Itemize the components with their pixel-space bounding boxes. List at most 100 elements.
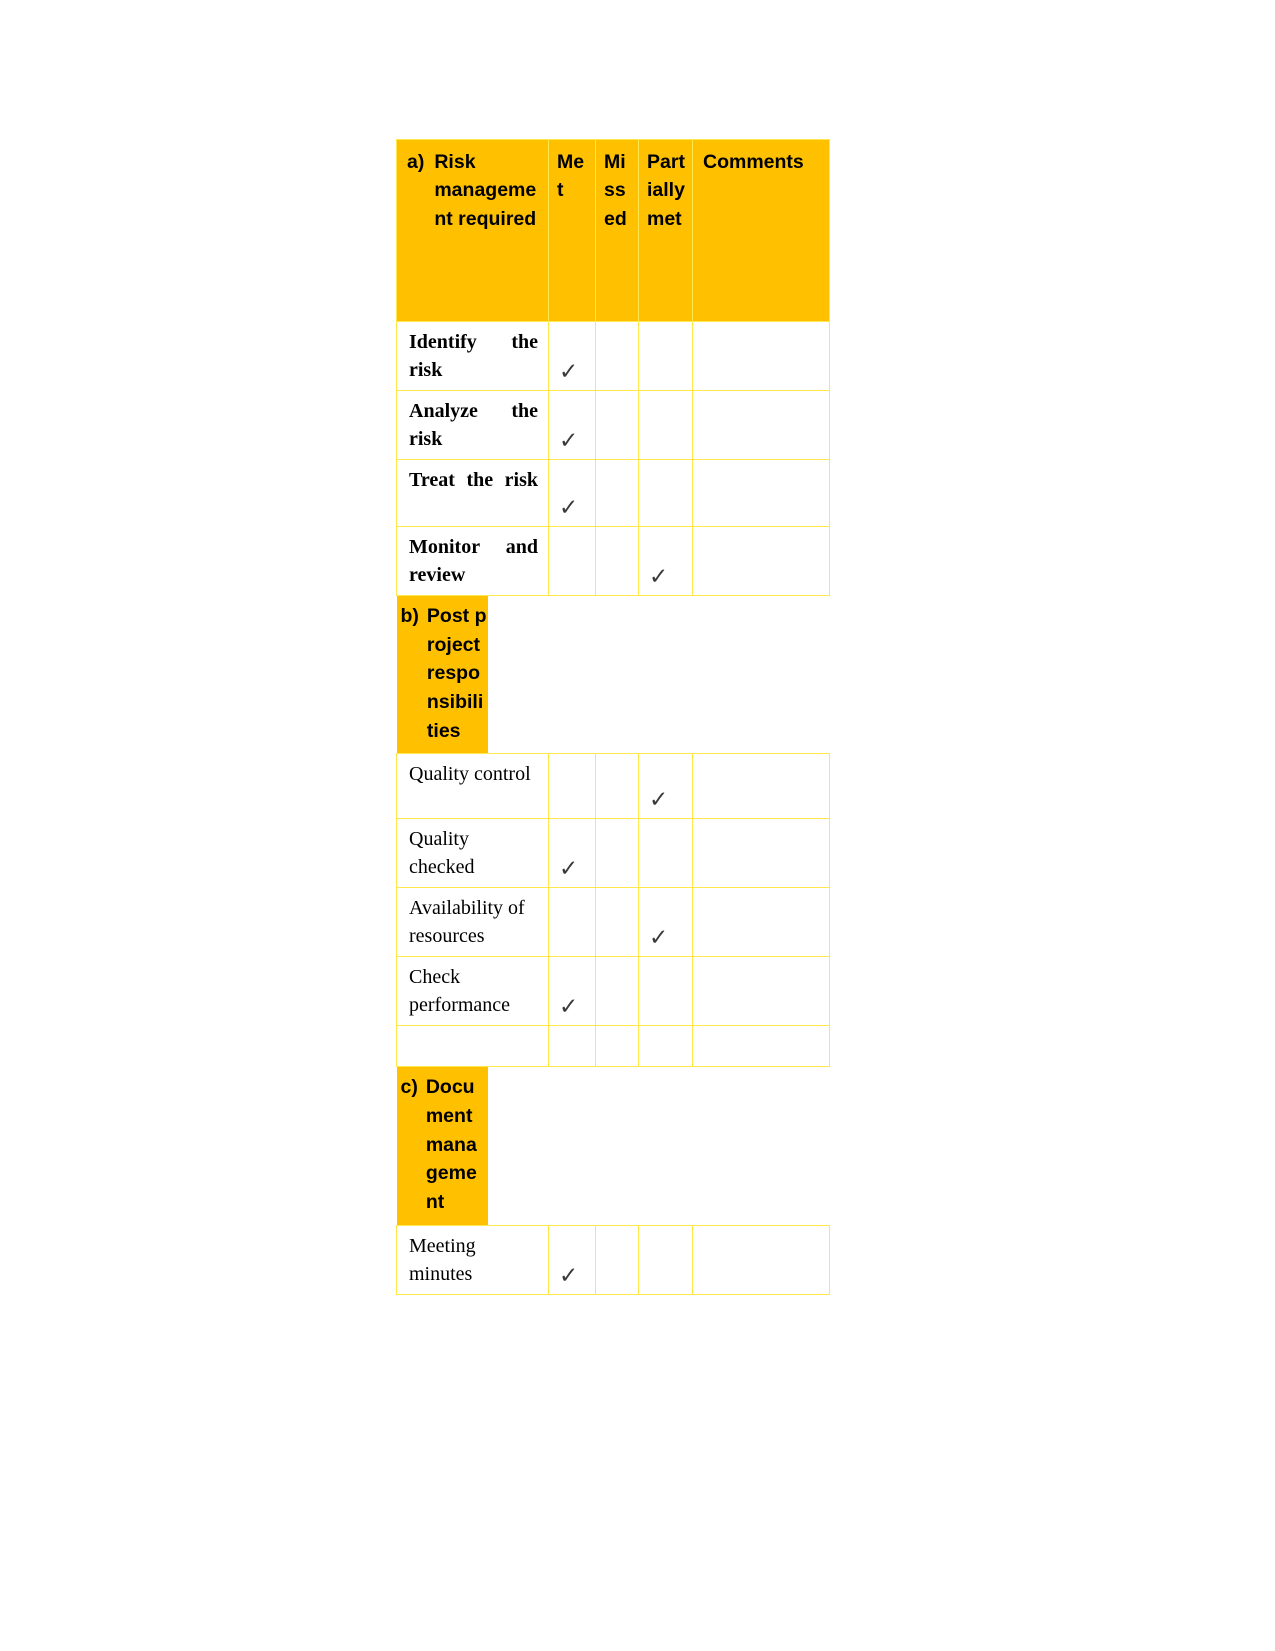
cell-met[interactable]: ✓ [548, 956, 596, 1027]
cell-met[interactable]: ✓ [548, 321, 596, 391]
header-label-comments: Comments [703, 151, 804, 173]
table-row: Identify the risk ✓ [396, 321, 830, 391]
table-row: Check performance ✓ [396, 956, 830, 1027]
section-marker-a: a) [407, 151, 425, 173]
cell-met[interactable]: ✓ [548, 459, 596, 527]
header-label-missed: Missed [604, 151, 627, 230]
row-task-cell: Monitor and review [396, 526, 549, 596]
cell-partially-met[interactable]: ✓ [638, 887, 693, 958]
cell-met[interactable] [548, 526, 596, 596]
checklist-table: a) Risk management required Met Missed P… [396, 139, 830, 1295]
document-page: a) Risk management required Met Missed P… [0, 0, 1275, 1651]
row-task-cell: Meeting minutes [396, 1224, 549, 1295]
cell-missed[interactable] [595, 818, 639, 889]
section-header-row-b: b) Post project responsibilities [396, 596, 830, 754]
row-task-cell [396, 1025, 549, 1068]
cell-comments[interactable] [692, 818, 830, 889]
header-label-met: Met [557, 151, 585, 202]
section-header-cell-c: c) Document management [396, 1067, 830, 1225]
section-banner-b: b) Post project responsibilities [396, 596, 488, 754]
table-row-empty [396, 1025, 830, 1068]
task-label: Check performance [409, 966, 511, 1017]
check-icon: ✓ [649, 564, 669, 590]
cell-partially-met[interactable] [638, 818, 693, 889]
checklist-table-body: a) Risk management required Met Missed P… [396, 139, 830, 1295]
table-row: Treat the risk ✓ [396, 459, 830, 527]
cell-met[interactable]: ✓ [548, 390, 596, 460]
cell-met[interactable]: ✓ [548, 818, 596, 889]
project-closure-checklist: a) Risk management required Met Missed P… [396, 139, 830, 1295]
cell-met[interactable] [548, 753, 596, 820]
table-header-row: a) Risk management required Met Missed P… [396, 139, 830, 322]
header-cell-comments: Comments [692, 139, 830, 322]
cell-missed[interactable] [595, 526, 639, 596]
header-label-partially-met: Partially met [647, 151, 685, 230]
cell-missed[interactable] [595, 321, 639, 391]
cell-met[interactable] [548, 887, 596, 958]
check-icon: ✓ [559, 359, 579, 385]
cell-missed[interactable] [595, 956, 639, 1027]
cell-missed[interactable] [595, 459, 639, 527]
check-icon: ✓ [649, 925, 669, 952]
cell-comments[interactable] [692, 459, 830, 527]
section-title-a: Risk management required [434, 151, 537, 230]
check-icon: ✓ [559, 428, 579, 454]
row-task-cell: Analyze the risk [396, 390, 549, 460]
cell-comments[interactable] [692, 887, 830, 958]
section-title-c: Document management [425, 1076, 477, 1213]
cell-missed[interactable] [595, 1025, 639, 1068]
cell-comments[interactable] [692, 1025, 830, 1068]
cell-missed[interactable] [595, 887, 639, 958]
section-header-cell-b: b) Post project responsibilities [396, 596, 830, 754]
header-cell-met: Met [548, 139, 596, 322]
task-label: Quality control [409, 763, 531, 786]
check-icon: ✓ [559, 994, 579, 1021]
section-marker-c: c) [400, 1076, 418, 1099]
check-icon: ✓ [649, 787, 669, 814]
table-row: Analyze the risk ✓ [396, 390, 830, 460]
task-label: Availability of resources [409, 897, 525, 948]
table-row: Quality control ✓ [396, 753, 830, 820]
table-row: Meeting minutes ✓ [396, 1224, 830, 1295]
cell-comments[interactable] [692, 753, 830, 820]
cell-partially-met[interactable] [638, 1025, 693, 1068]
section-marker-b: b) [400, 605, 419, 627]
cell-comments[interactable] [692, 390, 830, 460]
task-label: Treat the risk [409, 469, 538, 491]
cell-partially-met[interactable]: ✓ [638, 526, 693, 596]
row-task-cell: Check performance [396, 956, 549, 1027]
cell-comments[interactable] [692, 321, 830, 391]
cell-comments[interactable] [692, 526, 830, 596]
check-icon: ✓ [559, 1262, 579, 1289]
task-label: Identify the risk [409, 331, 538, 381]
task-label: Meeting minutes [409, 1234, 476, 1285]
task-label: Monitor and review [409, 536, 538, 586]
check-icon: ✓ [559, 856, 579, 883]
section-title-b: Post project responsibilities [426, 605, 487, 742]
cell-partially-met[interactable] [638, 459, 693, 527]
table-row: Availability of resources ✓ [396, 887, 830, 958]
task-label [397, 1026, 548, 1038]
header-cell-missed: Missed [595, 139, 639, 322]
cell-partially-met[interactable] [638, 1224, 693, 1295]
task-label: Analyze the risk [409, 400, 538, 450]
cell-missed[interactable] [595, 390, 639, 460]
header-cell-partially-met: Partially met [638, 139, 693, 322]
section-header-row-c: c) Document management [396, 1067, 830, 1225]
cell-partially-met[interactable] [638, 390, 693, 460]
row-task-cell: Quality checked [396, 818, 549, 889]
section-banner-c: c) Document management [396, 1067, 488, 1225]
cell-comments[interactable] [692, 956, 830, 1027]
cell-missed[interactable] [595, 1224, 639, 1295]
cell-partially-met[interactable]: ✓ [638, 753, 693, 820]
cell-missed[interactable] [595, 753, 639, 820]
row-task-cell: Availability of resources [396, 887, 549, 958]
cell-partially-met[interactable] [638, 321, 693, 391]
row-task-cell: Treat the risk [396, 459, 549, 527]
cell-comments[interactable] [692, 1224, 830, 1295]
table-row: Monitor and review ✓ [396, 526, 830, 596]
cell-met[interactable] [548, 1025, 596, 1068]
check-icon: ✓ [559, 495, 579, 521]
cell-partially-met[interactable] [638, 956, 693, 1027]
cell-met[interactable]: ✓ [548, 1224, 596, 1295]
